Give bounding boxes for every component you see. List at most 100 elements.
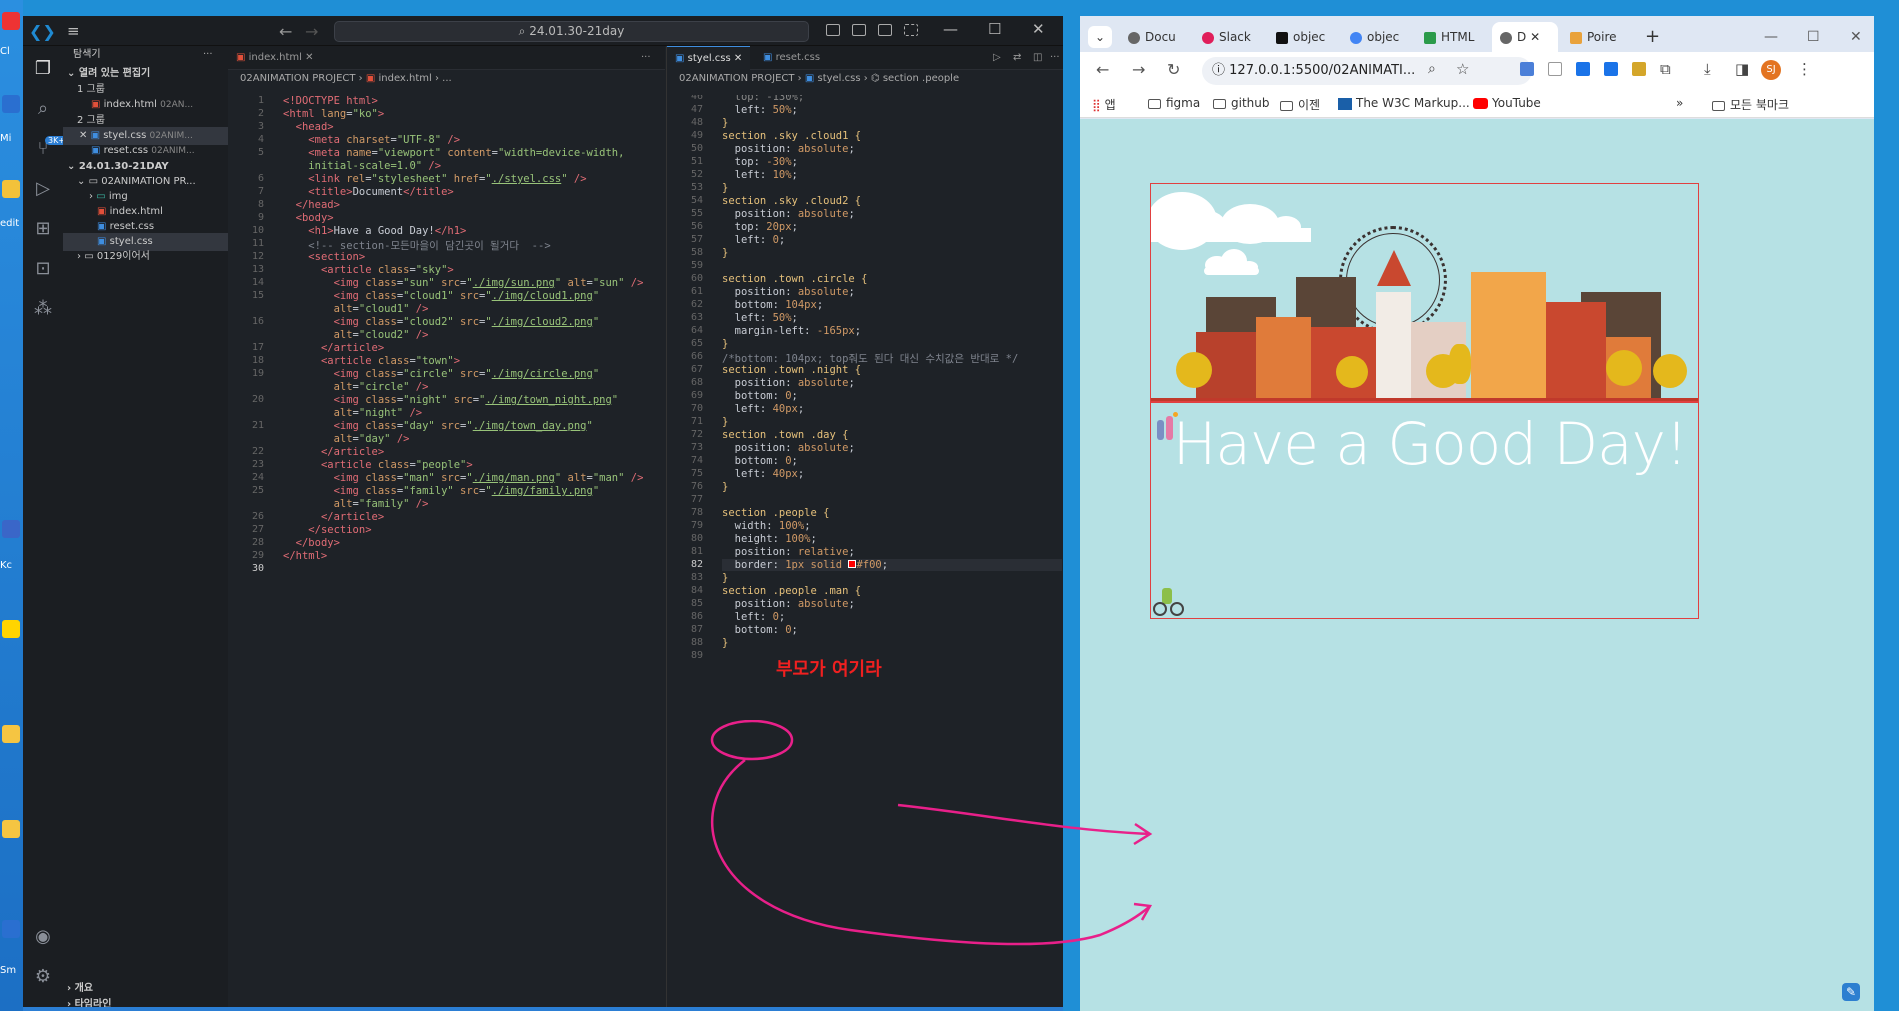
close-icon[interactable]: ✕	[734, 53, 742, 64]
tree-folder-other[interactable]: › ▭ 0129이어서	[77, 248, 150, 266]
browser-tab[interactable]: objec	[1350, 22, 1412, 52]
medium-icon	[1276, 31, 1288, 44]
extension-icon[interactable]	[1548, 62, 1562, 76]
toggle-sidebar-icon[interactable]	[826, 24, 840, 36]
bookmark-folder[interactable]: 이젠	[1280, 96, 1320, 113]
extension-icon[interactable]	[1520, 62, 1534, 76]
bookmark-apps[interactable]: ⣿ 앱	[1092, 96, 1116, 113]
extensions-puzzle-icon[interactable]: ⧉	[1660, 60, 1671, 78]
remote-explorer-icon[interactable]: ⊡	[32, 258, 54, 280]
extension-icon[interactable]	[1604, 62, 1618, 76]
browser-tab[interactable]: Poire	[1570, 22, 1632, 52]
bookmark-folder[interactable]: github	[1213, 96, 1269, 110]
browser-tab[interactable]: Slack	[1202, 22, 1264, 52]
editor-group-1: ▣ index.html ✕ ··· 02ANIMATION PROJECT ›…	[228, 46, 665, 1011]
minimize-icon[interactable]: —	[1764, 22, 1778, 52]
desktop-icon-label: Cl	[0, 46, 10, 57]
browser-tab[interactable]: objec	[1276, 22, 1338, 52]
download-icon[interactable]: ⤓	[1704, 60, 1711, 78]
breadcrumb-more[interactable]: ...	[442, 73, 452, 84]
desktop-app-icon[interactable]	[2, 820, 20, 838]
desktop-app-icon[interactable]	[2, 725, 20, 743]
breadcrumb-symbol[interactable]: section .people	[883, 73, 959, 84]
chrome-window: ⌄ Docu Slack objec objec HTML D ✕ Poire …	[1080, 16, 1874, 1011]
forward-arrow-icon[interactable]: →	[305, 22, 318, 41]
activity-bar: ❐ ⌕ ⑂ ▷ ⊞ ⊡ ⁂ ◉ ⚙	[23, 46, 63, 1011]
run-debug-icon[interactable]: ▷	[32, 178, 54, 200]
desktop-app-icon[interactable]	[2, 12, 20, 30]
tab-styel-css[interactable]: ▣ styel.css ✕	[667, 46, 751, 70]
menu-kebab-icon[interactable]: ⋮	[1797, 60, 1812, 78]
code-area[interactable]: 46 top: -130%; 47 left: 50%; 48} 49 secti…	[667, 95, 1063, 695]
back-icon[interactable]: ←	[1096, 60, 1109, 79]
breadcrumb-project[interactable]: 02ANIMATION PROJECT	[679, 73, 794, 84]
maximize-icon[interactable]: ☐	[1807, 22, 1820, 52]
bookmark-folder[interactable]: figma	[1148, 96, 1200, 110]
tab-index-html[interactable]: ▣ index.html ✕	[228, 46, 322, 70]
account-icon[interactable]: ◉	[32, 926, 54, 948]
extension-icon[interactable]	[1632, 62, 1646, 76]
tab-label: reset.css	[775, 52, 821, 63]
tab-label: HTML	[1441, 30, 1475, 44]
html-file-icon: ▣	[236, 52, 246, 63]
search-icon[interactable]: ⌕	[32, 98, 54, 120]
open-editor-item[interactable]: ▣ index.html 02AN...	[91, 96, 193, 114]
all-bookmarks[interactable]: 모든 북마크	[1712, 96, 1789, 113]
customize-layout-icon[interactable]	[904, 24, 918, 36]
desktop-app-icon[interactable]	[2, 520, 20, 538]
hamburger-menu-icon[interactable]: ≡	[67, 22, 80, 40]
close-tab-icon[interactable]: ✕	[1530, 30, 1540, 44]
toggle-secondary-sidebar-icon[interactable]	[878, 24, 892, 36]
folder-icon	[1148, 98, 1161, 109]
accounts-group-icon[interactable]: ⁂	[32, 298, 54, 320]
tab-reset-css[interactable]: ▣ reset.css	[755, 46, 828, 70]
bookmark-w3c[interactable]: The W3C Markup...	[1338, 96, 1470, 110]
desktop-app-icon[interactable]	[2, 180, 20, 198]
more-bookmarks-icon[interactable]: »	[1676, 96, 1683, 110]
extensions-icon[interactable]: ⊞	[32, 218, 54, 240]
file-name: styel.css	[109, 236, 153, 247]
more-actions-icon[interactable]: ···	[203, 46, 213, 64]
minimize-icon[interactable]: —	[943, 20, 958, 38]
extension-icon[interactable]	[1576, 62, 1590, 76]
bookmark-star-icon[interactable]: ☆	[1456, 60, 1469, 78]
close-icon[interactable]: ✕	[305, 52, 313, 63]
file-name: index.html	[103, 99, 157, 110]
profile-avatar[interactable]: SJ	[1761, 60, 1781, 80]
site-info-icon[interactable]: ⓘ	[1212, 63, 1225, 78]
forward-icon[interactable]: →	[1132, 60, 1145, 79]
color-picker-icon[interactable]: ✎	[1842, 983, 1860, 1001]
new-tab-button[interactable]: +	[1645, 22, 1660, 52]
command-center-search[interactable]: ⌕ 24.01.30-21day	[334, 21, 809, 42]
css-file-icon: ▣	[91, 145, 101, 156]
desktop-app-icon[interactable]	[2, 620, 20, 638]
browser-tab[interactable]: Docu	[1128, 22, 1190, 52]
file-name: reset.css	[103, 145, 149, 156]
bookmark-label: figma	[1166, 96, 1201, 110]
side-panel-icon[interactable]: ◨	[1735, 60, 1749, 78]
browser-tab[interactable]: HTML	[1424, 22, 1486, 52]
explorer-icon[interactable]: ❐	[32, 58, 54, 80]
address-bar[interactable]: ⓘ 127.0.0.1:5500/02ANIMATI...	[1202, 57, 1532, 85]
back-arrow-icon[interactable]: ←	[279, 22, 292, 41]
close-icon[interactable]: ✕	[1032, 20, 1045, 38]
browser-tab-active[interactable]: D ✕	[1492, 22, 1558, 52]
breadcrumb-project[interactable]: 02ANIMATION PROJECT	[240, 73, 355, 84]
breadcrumb-file[interactable]: styel.css	[817, 73, 860, 84]
maximize-icon[interactable]: ☐	[988, 20, 1001, 38]
bookmark-label: 앱	[1104, 98, 1116, 112]
close-icon[interactable]: ✕	[1850, 22, 1862, 52]
close-icon[interactable]: ✕	[79, 130, 87, 141]
reload-icon[interactable]: ↻	[1167, 60, 1180, 79]
zoom-icon[interactable]: ⌕	[1428, 61, 1436, 77]
desktop-app-icon[interactable]	[2, 95, 20, 113]
toggle-panel-icon[interactable]	[852, 24, 866, 36]
breadcrumb-file[interactable]: index.html	[378, 73, 431, 84]
bookmark-youtube[interactable]: YouTube	[1473, 96, 1541, 110]
more-actions-icon[interactable]: ···	[1042, 46, 1068, 70]
tab-search-dropdown-icon[interactable]: ⌄	[1088, 26, 1112, 48]
settings-gear-icon[interactable]: ⚙	[32, 966, 54, 988]
building	[1546, 302, 1606, 402]
desktop-app-icon[interactable]	[2, 920, 20, 938]
more-actions-icon[interactable]: ···	[633, 46, 659, 70]
